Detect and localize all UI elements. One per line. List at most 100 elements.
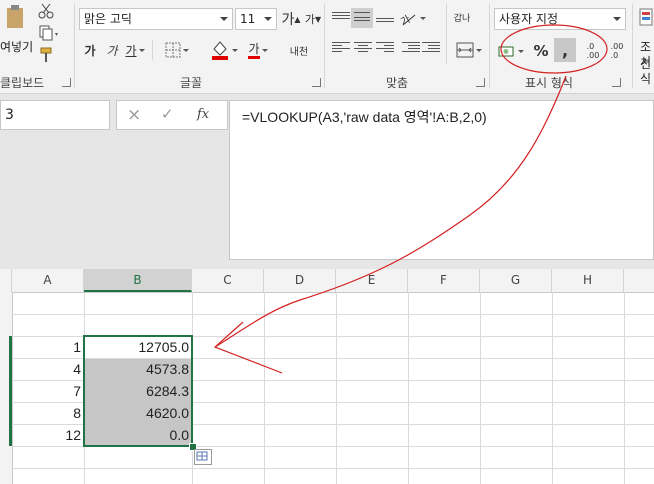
column-header-b[interactable]: B	[84, 269, 192, 292]
paste-icon[interactable]	[0, 4, 30, 32]
divider	[74, 4, 75, 88]
fill-color-icon	[212, 41, 228, 60]
cell-a3[interactable]: 1	[12, 336, 84, 358]
borders-button[interactable]	[160, 40, 194, 60]
phonetic-button[interactable]: 내천	[285, 38, 313, 62]
alignment-dialog-launcher[interactable]	[476, 78, 485, 87]
chevron-down-icon	[220, 17, 228, 21]
format-label[interactable]: 서식	[640, 53, 654, 87]
number-format-value: 사용자 지정	[499, 12, 559, 26]
grow-font-button[interactable]: 가 ▲	[281, 8, 301, 30]
cell-a7[interactable]: 12	[12, 424, 84, 446]
percent-style-button[interactable]: %	[530, 40, 552, 62]
align-middle-icon[interactable]	[351, 8, 373, 28]
col-line	[264, 292, 265, 484]
column-header-f[interactable]: F	[408, 269, 480, 292]
comma-style-button[interactable]: ,	[554, 38, 576, 62]
column-header-d[interactable]: D	[264, 269, 336, 292]
fill-color-button[interactable]	[208, 38, 240, 62]
chevron-down-icon	[261, 48, 268, 52]
shrink-font-button[interactable]: 가 ▼	[303, 8, 323, 30]
paste-label[interactable]: 여넣기	[0, 38, 33, 55]
cut-icon[interactable]	[36, 2, 56, 20]
ribbon: 여넣기 클립보드 맑은 고딕 11 가 ▲ 가 ▼ 가 가 가 가 내천 글꼴 가	[0, 0, 654, 94]
copy-icon[interactable]	[36, 24, 62, 42]
svg-text:가: 가	[400, 13, 413, 26]
chevron-down-icon	[476, 48, 482, 52]
accounting-format-button[interactable]	[496, 40, 526, 62]
font-size-select[interactable]: 11	[235, 8, 277, 30]
formula-input[interactable]: =VLOOKUP(A3,'raw data 영역'!A:B,2,0)	[229, 100, 654, 260]
cell-a5[interactable]: 7	[12, 380, 84, 402]
clipboard-dialog-launcher[interactable]	[62, 78, 71, 87]
currency-icon	[498, 46, 514, 57]
increase-indent-icon[interactable]	[422, 40, 440, 58]
align-bottom-icon[interactable]	[376, 8, 394, 26]
number-dialog-launcher[interactable]	[612, 78, 621, 87]
formula-buttons: × ✓ fx	[116, 100, 228, 130]
clipboard-group-label: 클립보드	[0, 76, 45, 90]
cell-a4[interactable]: 4	[12, 358, 84, 380]
chevron-down-icon	[613, 17, 621, 21]
insert-function-icon[interactable]: fx	[197, 107, 209, 122]
chevron-down-icon	[518, 49, 524, 53]
align-center-icon[interactable]	[354, 40, 372, 58]
col-line	[408, 292, 409, 484]
wrap-text-button[interactable]: 갑나	[452, 8, 472, 30]
underline-label: 가	[125, 43, 137, 58]
wrap-text-label: 갑나	[453, 14, 471, 24]
font-name-value: 맑은 고딕	[84, 12, 132, 26]
quick-analysis-button[interactable]	[194, 449, 212, 465]
alignment-group-label: 맞춤	[386, 76, 409, 90]
decrease-decimal-label: .00 .0	[610, 42, 624, 60]
increase-decimal-label: .0 .00	[586, 42, 600, 60]
select-all-corner[interactable]	[0, 269, 12, 292]
row-line	[12, 468, 654, 469]
divider	[632, 4, 633, 88]
row-line	[12, 314, 654, 315]
col-line	[336, 292, 337, 484]
divider	[489, 4, 490, 88]
decrease-decimal-button[interactable]: .00 .0	[606, 40, 628, 62]
col-line	[480, 292, 481, 484]
font-dialog-launcher[interactable]	[312, 78, 321, 87]
italic-button[interactable]: 가	[102, 40, 122, 60]
align-right-icon[interactable]	[376, 40, 394, 58]
enter-icon[interactable]: ✓	[161, 105, 174, 123]
font-size-value: 11	[240, 12, 256, 26]
merge-center-button[interactable]	[452, 40, 486, 60]
align-top-icon[interactable]	[332, 8, 350, 28]
bold-button[interactable]: 가	[80, 40, 100, 60]
column-header-e[interactable]: E	[336, 269, 408, 292]
chevron-down-icon	[420, 16, 426, 20]
column-header-c[interactable]: C	[192, 269, 264, 292]
selection-border	[83, 335, 193, 447]
divider	[324, 4, 325, 88]
chevron-down-icon	[264, 17, 272, 21]
column-header-h[interactable]: H	[552, 269, 624, 292]
divider	[152, 40, 153, 60]
increase-decimal-button[interactable]: .0 .00	[582, 40, 604, 62]
cell-a6[interactable]: 8	[12, 402, 84, 424]
number-format-select[interactable]: 사용자 지정	[494, 8, 626, 30]
font-color-label: 가	[248, 42, 260, 59]
cancel-icon[interactable]: ×	[127, 105, 141, 125]
merge-cells-icon	[456, 42, 474, 58]
orientation-icon: 가	[400, 13, 416, 26]
font-color-button[interactable]: 가	[244, 38, 272, 62]
underline-button[interactable]: 가	[124, 40, 146, 60]
decrease-indent-icon[interactable]	[402, 40, 420, 58]
font-name-select[interactable]: 맑은 고딕	[79, 8, 233, 30]
name-box[interactable]: 3	[0, 100, 110, 130]
number-group-label: 표시 형식	[525, 76, 573, 90]
chevron-down-icon	[138, 48, 145, 52]
divider	[446, 4, 447, 64]
column-header-g[interactable]: G	[480, 269, 552, 292]
orientation-button[interactable]: 가	[398, 8, 428, 28]
conditional-format-icon[interactable]	[638, 6, 654, 28]
chevron-down-icon	[183, 48, 189, 52]
format-painter-icon[interactable]	[36, 46, 56, 64]
column-header-a[interactable]: A	[12, 269, 84, 292]
align-left-icon[interactable]	[332, 40, 350, 58]
font-group-label: 글꼴	[180, 76, 203, 90]
